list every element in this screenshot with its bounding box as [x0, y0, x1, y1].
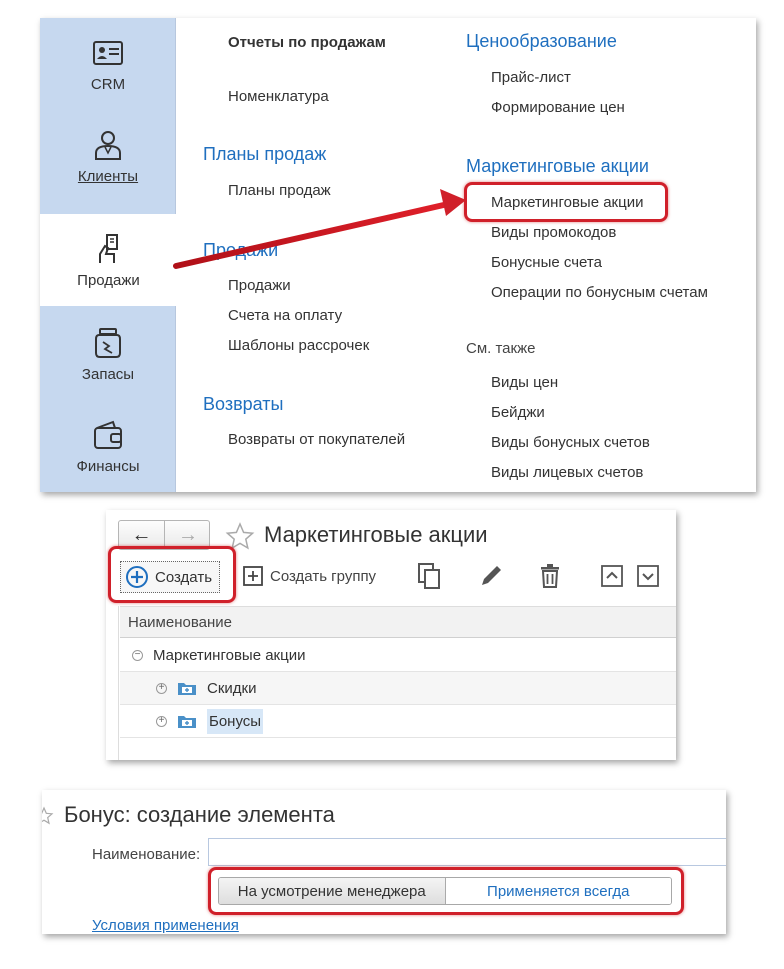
element-form: Бонус: создание элемента Наименование: Н…	[42, 790, 726, 934]
id-card-icon	[93, 40, 123, 65]
customer-icon	[95, 130, 121, 160]
copy-button[interactable]	[416, 560, 448, 592]
menu-see-also-label: См. также	[466, 340, 536, 357]
menu-reports-link[interactable]: Отчеты по продажам	[228, 34, 386, 51]
row-label: Бонусы	[207, 708, 264, 734]
menu-group-marketing: Маркетинговые акции	[466, 156, 649, 176]
menu-price-types-link[interactable]: Виды цен	[491, 374, 558, 391]
stock-jar-icon	[95, 327, 121, 358]
menu-personal-account-types-link[interactable]: Виды лицевых счетов	[491, 464, 643, 481]
section-finance[interactable]: Финансы	[40, 400, 176, 492]
pencil-icon	[482, 566, 501, 585]
edit-button[interactable]	[478, 560, 510, 592]
menu-price-forming-link[interactable]: Формирование цен	[491, 99, 625, 116]
row-label: Скидки	[207, 679, 257, 697]
highlight-mode-switch	[208, 867, 684, 915]
menu-plans-link[interactable]: Планы продаж	[228, 182, 331, 199]
move-up-button[interactable]	[600, 560, 630, 592]
menu-group-pricing: Ценообразование	[466, 31, 617, 51]
list-form: ← → Маркетинговые акции Создать Создать …	[106, 510, 676, 760]
section-clients[interactable]: Клиенты	[40, 110, 176, 202]
conditions-link[interactable]: Условия применения	[92, 917, 239, 934]
expand-icon[interactable]: +	[156, 715, 167, 727]
wallet-icon	[94, 420, 122, 449]
chevron-down-icon	[637, 565, 659, 587]
menu-sales-link[interactable]: Продажи	[228, 277, 291, 294]
menu-pricelist-link[interactable]: Прайс-лист	[491, 69, 571, 86]
forward-button[interactable]: →	[165, 521, 211, 549]
sales-hand-icon	[98, 233, 118, 263]
create-group-label: Создать группу	[270, 567, 377, 585]
section-crm[interactable]: CRM	[40, 18, 176, 110]
menu-promocodes-link[interactable]: Виды промокодов	[491, 224, 616, 241]
row-label: Маркетинговые акции	[153, 646, 306, 664]
collapse-icon[interactable]: −	[132, 649, 143, 661]
arrow-right-icon: →	[178, 523, 198, 546]
column-header-name[interactable]: Наименование	[120, 606, 676, 638]
sections-panel: CRM Клиенты Продажи Запасы Финансы Отчет…	[40, 18, 756, 492]
menu-invoices-link[interactable]: Счета на оплату	[228, 307, 342, 324]
section-label: Клиенты	[77, 167, 139, 185]
sections-sidebar: CRM Клиенты Продажи Запасы Финансы	[40, 18, 177, 492]
chevron-up-icon	[601, 565, 623, 587]
menu-group-returns: Возвраты	[203, 394, 284, 414]
arrow-left-icon: ←	[131, 523, 152, 546]
name-field-label: Наименование:	[92, 846, 201, 863]
highlight-marketing-link	[464, 182, 668, 222]
copy-icon	[418, 563, 440, 589]
menu-bonus-operations-link[interactable]: Операции по бонусным счетам	[491, 284, 708, 301]
table-row[interactable]: + Бонусы	[120, 705, 676, 738]
menu-bonus-account-types-link[interactable]: Виды бонусных счетов	[491, 434, 650, 451]
grid-left-border	[118, 606, 119, 760]
star-icon[interactable]	[42, 806, 54, 826]
menu-group-plans: Планы продаж	[203, 144, 327, 164]
menu-badges-link[interactable]: Бейджи	[491, 404, 545, 421]
menu-installments-link[interactable]: Шаблоны рассрочек	[228, 337, 369, 354]
element-form-title: Бонус: создание элемента	[64, 802, 335, 827]
menu-group-sales: Продажи	[203, 240, 279, 260]
create-group-button[interactable]: Создать группу	[242, 560, 376, 592]
name-input[interactable]	[208, 838, 726, 866]
section-label: CRM	[90, 75, 126, 93]
back-button[interactable]: ←	[119, 521, 165, 549]
folder-icon	[178, 683, 196, 695]
section-label: Запасы	[81, 365, 135, 383]
section-sales[interactable]: Продажи	[40, 214, 177, 306]
highlight-create-button	[108, 546, 236, 603]
move-down-button[interactable]	[636, 560, 666, 592]
expand-icon[interactable]: +	[156, 682, 167, 694]
section-label: Продажи	[77, 271, 140, 289]
menu-returns-link[interactable]: Возвраты от покупателей	[228, 431, 405, 448]
trash-icon	[541, 564, 559, 588]
menu-bonus-accounts-link[interactable]: Бонусные счета	[491, 254, 602, 271]
section-label: Финансы	[76, 457, 140, 475]
plus-square-icon	[243, 566, 263, 586]
table-row[interactable]: − Маркетинговые акции	[120, 639, 676, 672]
folder-icon	[178, 716, 196, 728]
section-stock[interactable]: Запасы	[40, 308, 176, 400]
list-form-title: Маркетинговые акции	[264, 522, 488, 547]
delete-button[interactable]	[538, 560, 568, 592]
menu-nomenclature-link[interactable]: Номенклатура	[228, 88, 329, 105]
table-row[interactable]: + Скидки	[120, 672, 676, 705]
